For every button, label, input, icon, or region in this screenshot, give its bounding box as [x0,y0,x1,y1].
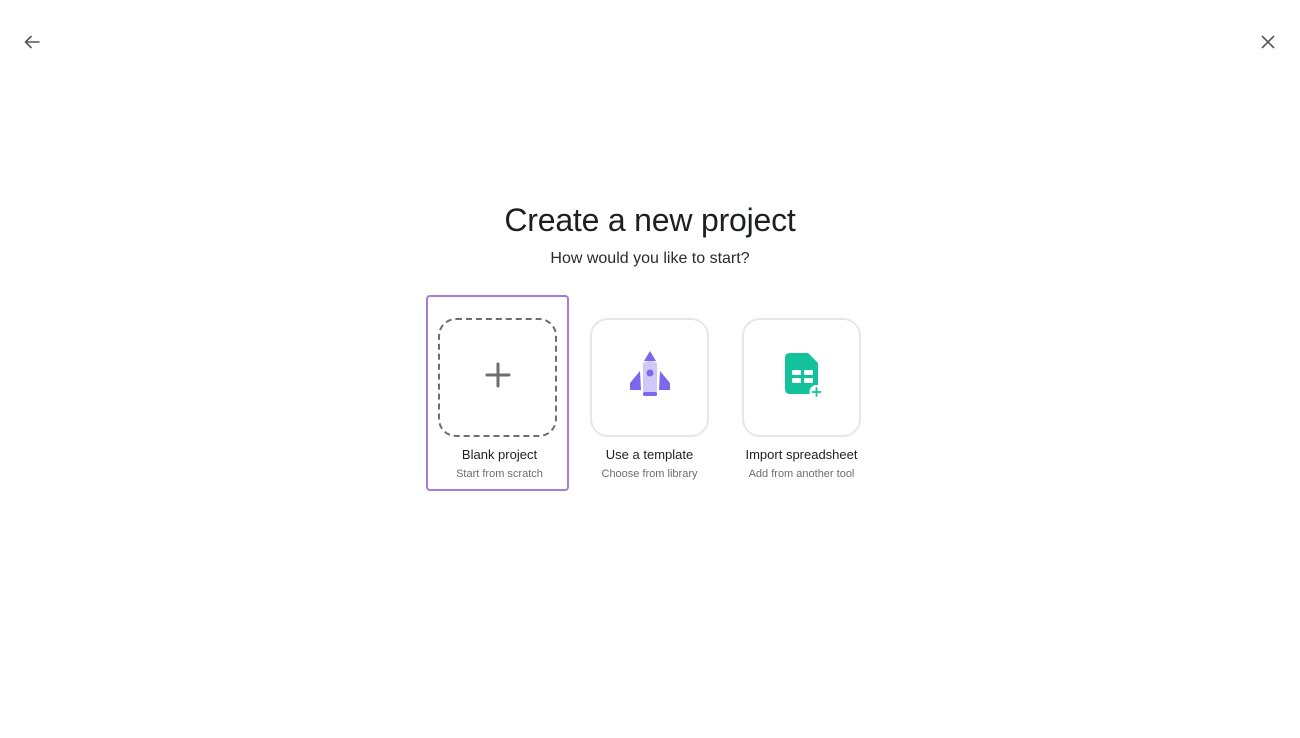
blank-project-tile[interactable] [438,318,557,437]
option-label: Use a template [605,447,694,462]
create-project-page: Create a new project How would you like … [0,0,1300,738]
arrow-left-icon [23,33,41,51]
close-button[interactable] [1254,28,1282,56]
back-button[interactable] [18,28,46,56]
option-description: Start from scratch [456,468,543,480]
option-description: Choose from library [601,468,698,480]
plus-icon [484,361,512,394]
use-template-tile[interactable] [590,318,709,437]
option-label: Blank project [461,447,538,462]
option-label: Import spreadsheet [745,447,858,462]
import-spreadsheet-option[interactable]: Import spreadsheet Add from another tool [730,295,873,491]
close-icon [1260,34,1276,50]
spreadsheet-import-icon [778,351,826,404]
import-spreadsheet-tile[interactable] [742,318,861,437]
page-title: Create a new project [504,202,796,238]
rocket-icon [624,350,676,405]
blank-project-option[interactable]: Blank project Start from scratch [426,295,569,491]
use-template-option[interactable]: Use a template Choose from library [578,295,721,491]
option-description: Add from another tool [748,468,855,480]
page-subtitle: How would you like to start? [550,250,750,267]
